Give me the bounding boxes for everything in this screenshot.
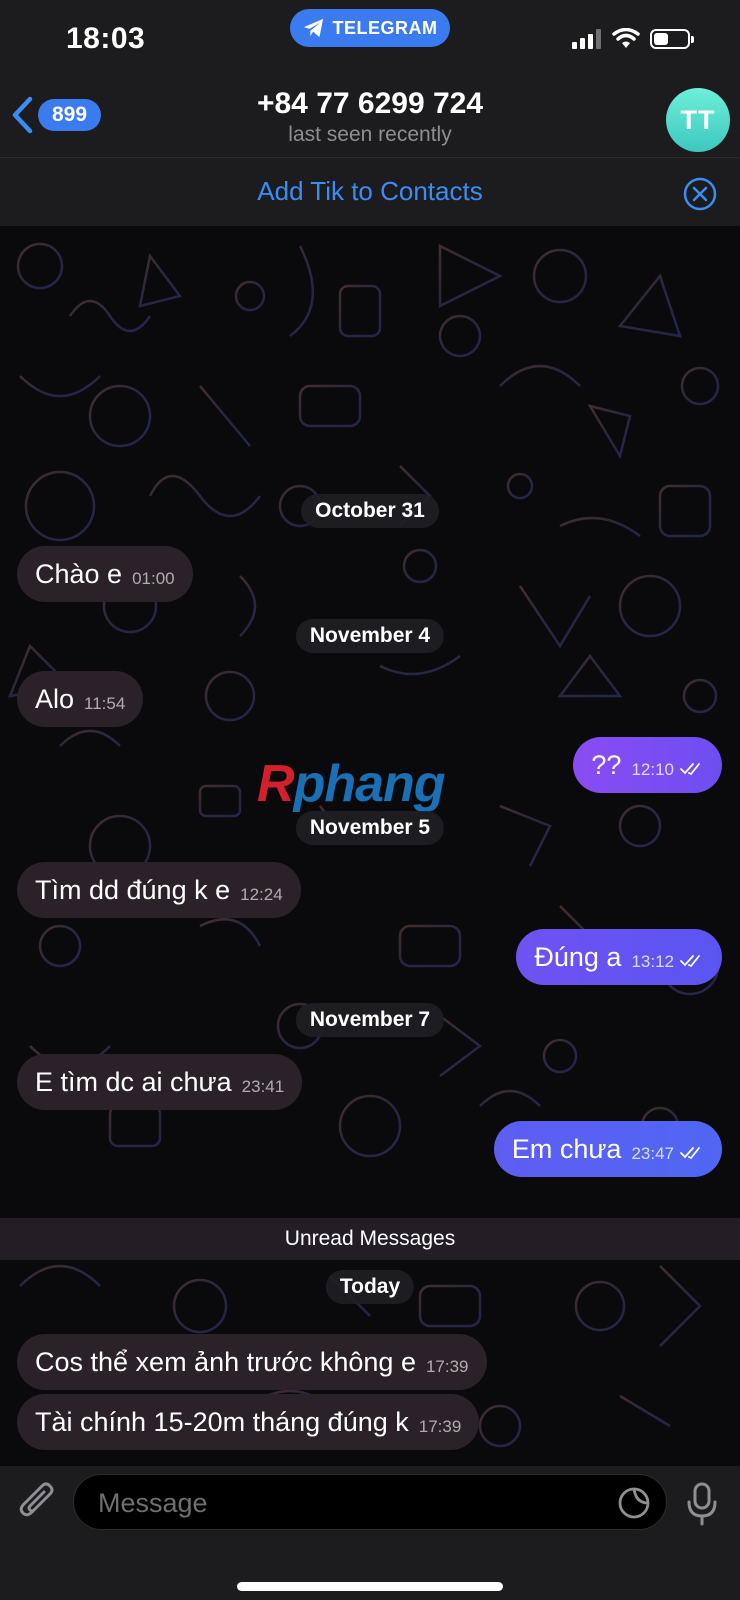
message-incoming[interactable]: Cos thể xem ảnh trước không e 17:39	[17, 1334, 487, 1390]
message-time: 12:10	[631, 760, 674, 779]
message-outgoing[interactable]: Em chưa 23:47	[493, 1121, 722, 1177]
double-check-icon	[680, 1147, 700, 1160]
wifi-icon	[612, 28, 640, 48]
attach-button[interactable]	[18, 1482, 58, 1529]
message-text: Tìm dd đúng k e	[35, 874, 231, 905]
microphone-icon	[687, 1482, 717, 1526]
unread-messages-divider: Unread Messages	[0, 1218, 740, 1260]
message-incoming[interactable]: Alo 11:54	[17, 671, 144, 727]
composer-bar	[0, 1466, 740, 1600]
message-outgoing[interactable]: Đúng a 13:12	[516, 929, 722, 985]
telegram-plane-icon	[303, 18, 323, 38]
message-text: Đúng a	[534, 941, 622, 972]
message-text: Cos thể xem ảnh trước không e	[35, 1346, 416, 1377]
message-time: 01:00	[132, 569, 175, 588]
avatar[interactable]: TT	[666, 88, 730, 152]
double-check-icon	[680, 955, 700, 968]
chat-status: last seen recently	[288, 123, 452, 146]
date-separator: November 7	[295, 1003, 445, 1037]
chat-area[interactable]: October 31 Chào e 01:00 November 4 Alo 1…	[0, 226, 740, 1466]
watermark-logo: Rphang	[257, 755, 446, 813]
signal-icon	[572, 29, 601, 49]
message-text: Tài chính 15-20m tháng đúng k	[35, 1406, 409, 1437]
message-text: Alo	[35, 683, 75, 714]
message-text: ??	[591, 749, 622, 780]
add-to-contacts-link[interactable]: Add Tik to Contacts	[0, 176, 740, 207]
app-pill-label: TELEGRAM	[332, 17, 438, 38]
message-time: 11:54	[84, 694, 126, 713]
message-text: Chào e	[35, 558, 123, 589]
message-input-field[interactable]	[73, 1474, 667, 1531]
message-time: 23:41	[241, 1077, 285, 1096]
return-to-app-pill[interactable]: TELEGRAM	[290, 9, 450, 47]
message-outgoing[interactable]: ?? 12:10	[573, 737, 722, 793]
message-incoming[interactable]: Chào e 01:00	[17, 546, 193, 602]
sticker-button[interactable]	[616, 1485, 652, 1526]
message-time: 12:24	[240, 885, 283, 904]
date-separator: November 5	[295, 811, 445, 845]
top-bar: 18:03 TELEGRAM 899 +84 77 6299 724 last …	[0, 0, 740, 226]
chat-title[interactable]: +84 77 6299 724	[0, 87, 740, 121]
close-banner-button[interactable]	[682, 176, 718, 217]
message-time: 17:39	[418, 1417, 462, 1436]
message-input[interactable]	[96, 1475, 560, 1531]
paperclip-icon	[19, 1482, 54, 1517]
message-text: Em chưa	[511, 1133, 622, 1164]
battery-icon	[650, 29, 694, 49]
voice-record-button[interactable]	[686, 1482, 718, 1531]
date-separator: November 4	[295, 619, 445, 653]
message-time: 17:39	[425, 1357, 469, 1376]
close-circle-icon	[683, 177, 717, 211]
status-icons	[572, 28, 694, 50]
status-time: 18:03	[66, 22, 146, 55]
message-text: E tìm dc ai chưa	[35, 1066, 232, 1097]
sticker-icon	[618, 1487, 650, 1519]
message-incoming[interactable]: Tài chính 15-20m tháng đúng k 17:39	[17, 1394, 480, 1450]
header-divider	[0, 157, 740, 158]
date-separator: October 31	[301, 494, 439, 528]
message-time: 23:47	[631, 1144, 674, 1163]
message-incoming[interactable]: Tìm dd đúng k e 12:24	[17, 862, 301, 918]
date-separator: Today	[325, 1270, 415, 1304]
home-indicator	[237, 1582, 503, 1591]
message-time: 13:12	[631, 952, 674, 971]
message-incoming[interactable]: E tìm dc ai chưa 23:41	[17, 1054, 303, 1110]
double-check-icon	[680, 763, 700, 776]
